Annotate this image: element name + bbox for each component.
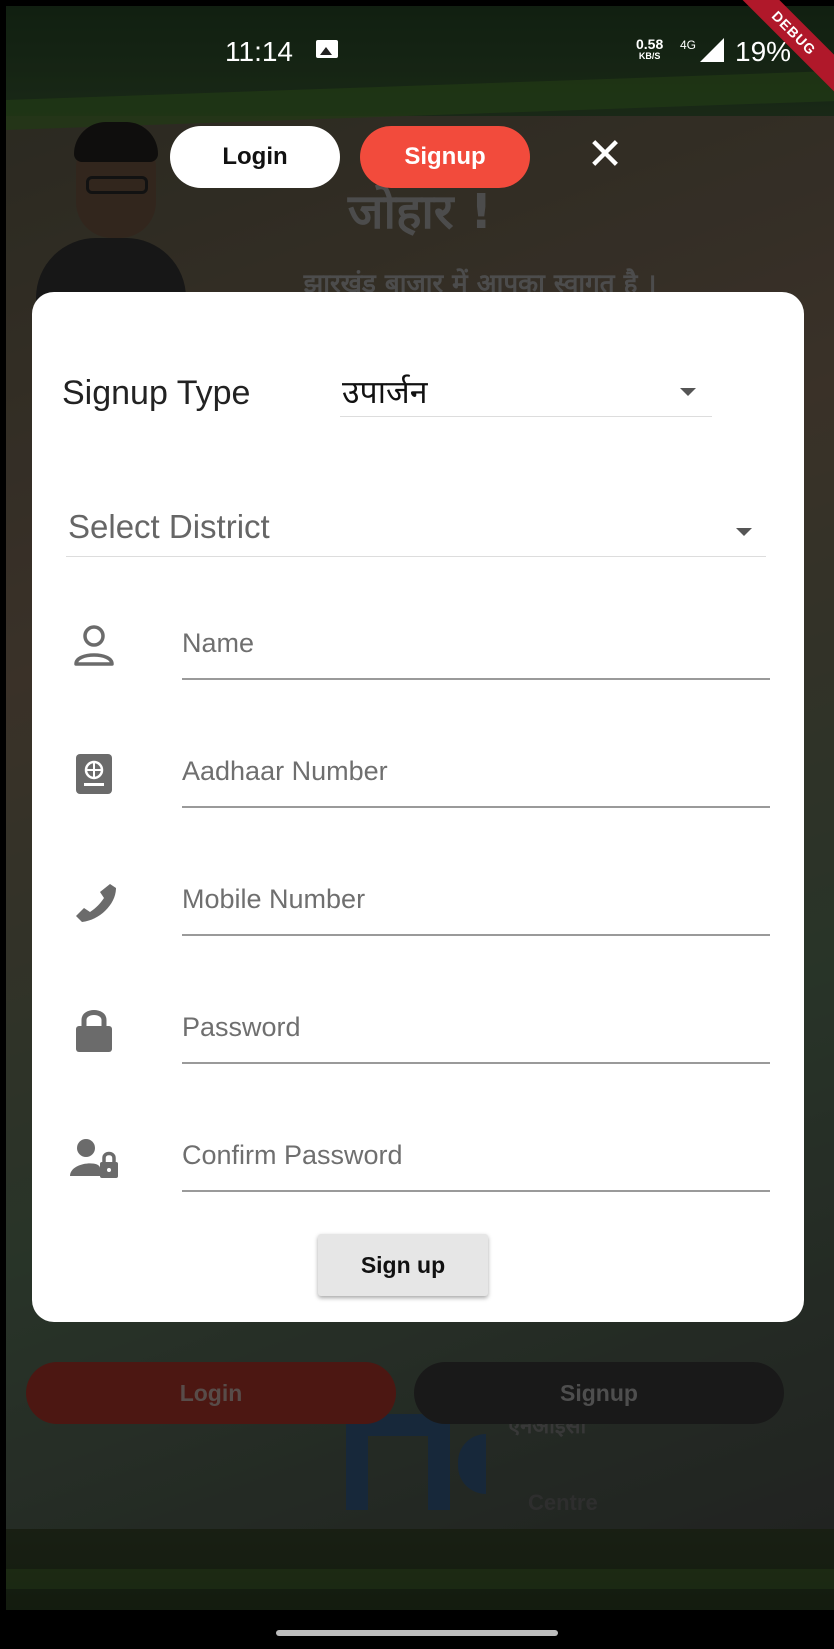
- image-notification-icon: [316, 40, 338, 58]
- password-input[interactable]: Password: [182, 992, 770, 1064]
- mobile-placeholder: Mobile Number: [182, 884, 366, 914]
- person-lock-icon: [70, 1139, 118, 1178]
- mobile-input[interactable]: Mobile Number: [182, 864, 770, 936]
- name-field: Name: [66, 608, 770, 688]
- network-type: 4G: [680, 38, 697, 52]
- network-speed: 0.58 KB/S: [636, 37, 663, 62]
- signup-type-dropdown[interactable]: उपार्जन: [340, 364, 712, 417]
- signup-type-value: उपार्जन: [342, 373, 428, 411]
- network-speed-unit: KB/S: [638, 51, 661, 61]
- person-outline-icon: [74, 625, 114, 666]
- tab-signup[interactable]: Signup: [360, 126, 530, 188]
- chevron-down-icon: [736, 528, 752, 536]
- confirm-password-placeholder: Confirm Password: [182, 1140, 403, 1170]
- tab-login[interactable]: Login: [170, 126, 340, 188]
- password-field: Password: [66, 992, 770, 1072]
- confirm-password-field: Confirm Password: [66, 1120, 770, 1200]
- district-dropdown[interactable]: Select District: [66, 504, 766, 557]
- mobile-field: Mobile Number: [66, 864, 770, 944]
- aadhaar-input[interactable]: Aadhaar Number: [182, 736, 770, 808]
- close-icon[interactable]: ✕: [580, 130, 630, 180]
- signal-icon: [700, 38, 724, 62]
- name-placeholder: Name: [182, 628, 255, 658]
- status-bar: 11:14 0.58 KB/S 4G 19% DEBUG: [0, 0, 834, 99]
- district-placeholder: Select District: [68, 508, 270, 545]
- aadhaar-field: Aadhaar Number: [66, 736, 770, 816]
- aadhaar-placeholder: Aadhaar Number: [182, 756, 388, 786]
- home-gesture-handle[interactable]: [276, 1630, 558, 1636]
- name-input[interactable]: Name: [182, 608, 770, 680]
- password-placeholder: Password: [182, 1012, 301, 1042]
- status-time: 11:14: [225, 36, 293, 67]
- chevron-down-icon: [680, 388, 696, 396]
- id-card-icon: [76, 754, 112, 794]
- signup-type-label: Signup Type: [62, 374, 251, 412]
- signup-card: Signup Type उपार्जन Select District Name…: [32, 292, 804, 1322]
- phone-icon: [76, 884, 116, 922]
- lock-icon: [76, 1010, 112, 1052]
- confirm-password-input[interactable]: Confirm Password: [182, 1120, 770, 1192]
- sign-up-button[interactable]: Sign up: [318, 1234, 488, 1296]
